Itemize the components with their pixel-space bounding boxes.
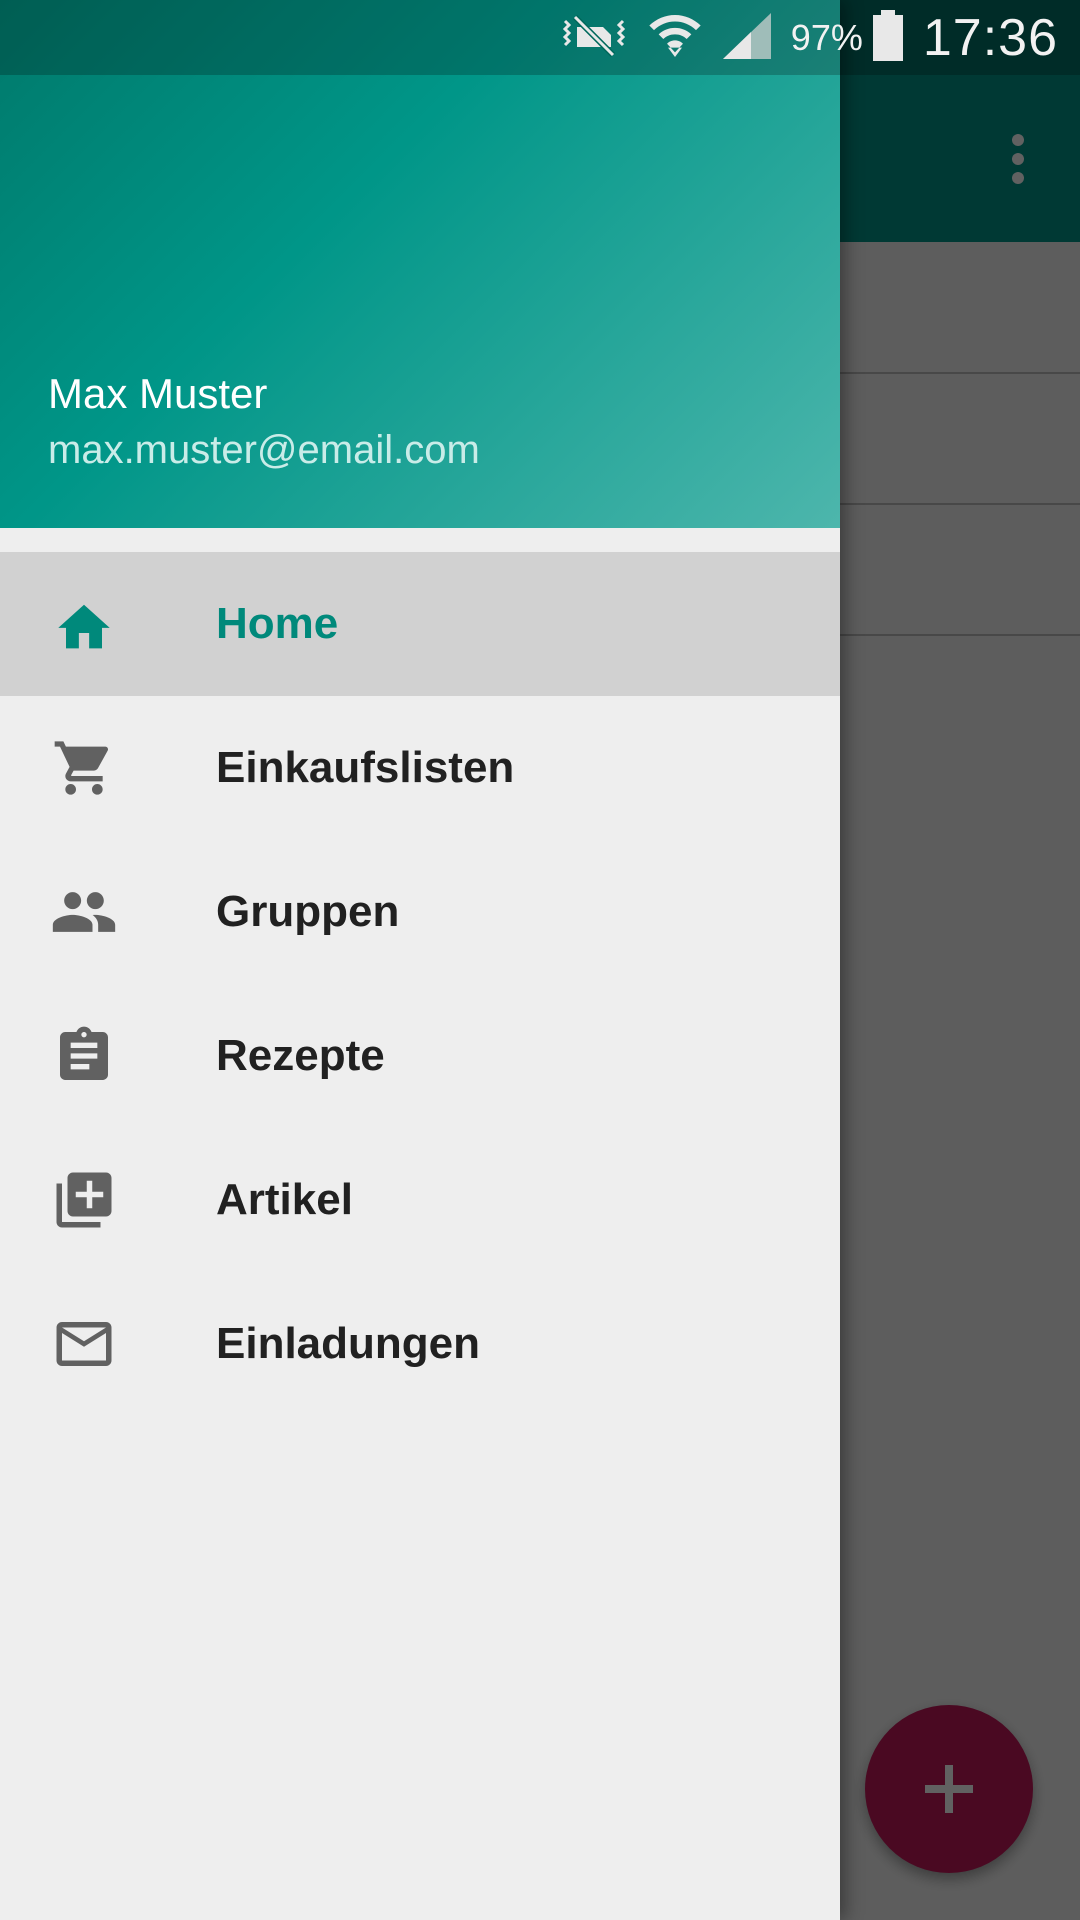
menu-item-label: Home: [216, 599, 339, 648]
drawer-menu: Home Einkaufslisten Gruppen Rezepte Arti: [0, 552, 840, 1416]
vibrate-mute-icon: [559, 11, 629, 65]
drawer-header: Max Muster max.muster@email.com: [0, 0, 840, 528]
menu-item-label: Rezepte: [216, 1031, 385, 1080]
signal-icon: [721, 11, 773, 65]
menu-item-rezepte[interactable]: Rezepte: [0, 984, 840, 1128]
home-icon: [48, 593, 120, 655]
user-email: max.muster@email.com: [48, 428, 480, 472]
navigation-drawer: Max Muster max.muster@email.com Home Ein…: [0, 0, 840, 1920]
status-bar: 97% 17:36: [0, 0, 1080, 75]
menu-item-einladungen[interactable]: Einladungen: [0, 1272, 840, 1416]
user-name: Max Muster: [48, 370, 268, 417]
clipboard-icon: [48, 1025, 120, 1087]
menu-item-label: Einkaufslisten: [216, 743, 515, 792]
menu-item-label: Einladungen: [216, 1319, 480, 1368]
menu-item-gruppen[interactable]: Gruppen: [0, 840, 840, 984]
menu-item-einkaufslisten[interactable]: Einkaufslisten: [0, 696, 840, 840]
menu-item-label: Gruppen: [216, 887, 400, 936]
cart-icon: [48, 737, 120, 799]
battery-percentage: 97%: [790, 16, 863, 58]
battery-icon: [871, 9, 905, 66]
wifi-icon: [647, 8, 703, 68]
menu-item-artikel[interactable]: Artikel: [0, 1128, 840, 1272]
group-icon: [48, 881, 120, 943]
mail-icon: [48, 1313, 120, 1375]
menu-item-home[interactable]: Home: [0, 552, 840, 696]
menu-item-label: Artikel: [216, 1175, 353, 1224]
library-add-icon: [48, 1169, 120, 1231]
status-time: 17:36: [922, 8, 1058, 67]
